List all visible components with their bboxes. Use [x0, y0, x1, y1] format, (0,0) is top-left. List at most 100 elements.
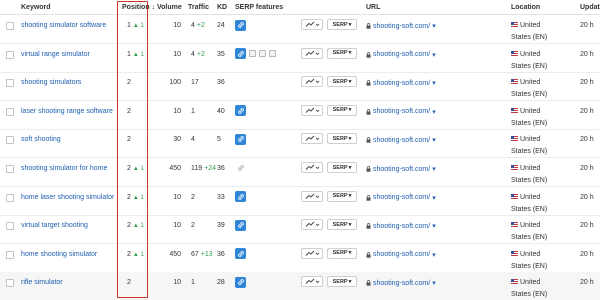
url-link[interactable]: shooting-soft.com/▾	[366, 79, 436, 87]
chevron-down-icon[interactable]: ▾	[432, 165, 436, 173]
trend-chart-button[interactable]	[301, 76, 323, 88]
serp-link-icon[interactable]	[235, 105, 246, 117]
table-row: virtual target shooting 2 ▲ 1 10 2 39 SERP ▾ sho…	[0, 215, 600, 245]
serp-button[interactable]: SERP ▾	[327, 133, 357, 145]
serp-image-icon[interactable]	[249, 50, 256, 58]
serp-button[interactable]: SERP ▾	[327, 276, 357, 288]
serp-link-icon[interactable]	[235, 248, 246, 260]
traffic-cell: 67 +13	[191, 251, 213, 258]
column-header-url[interactable]: URL	[366, 4, 380, 11]
serp-link-icon[interactable]	[235, 48, 246, 60]
location-cell: United States (EN)	[511, 106, 561, 130]
serp-link-icon[interactable]	[235, 133, 246, 145]
chevron-down-icon[interactable]: ▾	[432, 22, 436, 30]
chevron-down-icon[interactable]: ▾	[432, 194, 436, 202]
chevron-down-icon[interactable]: ▾	[432, 136, 436, 144]
trend-chart-button[interactable]	[301, 276, 323, 288]
kd-value: 40	[217, 107, 225, 115]
column-header-keyword[interactable]: Keyword	[21, 4, 51, 11]
kd-value: 28	[217, 279, 225, 287]
serp-button[interactable]: SERP ▾	[327, 162, 357, 173]
us-flag-icon	[511, 79, 518, 85]
url-text: shooting-soft.com/	[373, 136, 431, 144]
traffic-value: 119	[191, 165, 203, 172]
chevron-down-icon[interactable]: ▾	[432, 79, 436, 87]
row-checkbox[interactable]	[6, 79, 14, 88]
trend-chart-button[interactable]	[301, 19, 323, 30]
column-header-updated[interactable]: Updat	[580, 4, 600, 11]
row-checkbox[interactable]	[6, 50, 14, 59]
serp-link-icon[interactable]	[235, 276, 246, 288]
column-header-kd[interactable]: KD	[217, 4, 227, 11]
trend-chart-button[interactable]	[301, 47, 323, 59]
chevron-down-icon[interactable]: ▾	[432, 51, 436, 59]
serp-button[interactable]: SERP ▾	[327, 19, 357, 30]
keyword-link[interactable]: virtual range simulator	[21, 51, 90, 58]
trend-chart-button[interactable]	[301, 162, 323, 173]
keyword-link[interactable]: rifle simulator	[21, 279, 63, 286]
row-checkbox[interactable]	[6, 222, 14, 231]
traffic-value: 2	[191, 193, 195, 201]
url-link[interactable]: shooting-soft.com/▾	[366, 51, 436, 59]
serp-link-icon[interactable]	[235, 162, 246, 174]
us-flag-icon	[511, 50, 518, 56]
serp-link-icon[interactable]	[235, 219, 246, 231]
chevron-down-icon: ▾	[348, 250, 352, 257]
traffic-value: 2	[191, 222, 195, 230]
keyword-link[interactable]: laser shooting range software	[21, 108, 113, 115]
chevron-down-icon[interactable]: ▾	[432, 251, 436, 259]
url-link[interactable]: shooting-soft.com/▾	[366, 22, 436, 30]
column-header-position[interactable]: Position ↓	[122, 4, 155, 11]
row-checkbox[interactable]	[6, 279, 14, 288]
chevron-down-icon[interactable]: ▾	[432, 108, 436, 116]
url-link[interactable]: shooting-soft.com/▾	[366, 222, 436, 230]
traffic-cell: 2	[191, 222, 197, 229]
serp-link-icon[interactable]	[235, 191, 246, 203]
position-cell: 2	[127, 108, 133, 115]
serp-button[interactable]: SERP ▾	[327, 219, 357, 231]
row-checkbox[interactable]	[6, 193, 14, 202]
row-checkbox[interactable]	[6, 107, 14, 116]
serp-button[interactable]: SERP ▾	[327, 247, 357, 259]
chevron-down-icon[interactable]: ▾	[432, 279, 436, 287]
trend-chart-button[interactable]	[301, 247, 323, 259]
keyword-link[interactable]: shooting simulator software	[21, 22, 106, 29]
trend-chart-button[interactable]	[301, 219, 323, 231]
serp-button-label: SERP	[332, 78, 348, 85]
serp-snippet-icon[interactable]	[269, 50, 276, 58]
row-checkbox[interactable]	[6, 165, 14, 173]
position-change: ▲ 1	[132, 23, 144, 29]
serp-button[interactable]: SERP ▾	[327, 104, 357, 116]
keyword-link[interactable]: soft shooting	[21, 136, 61, 143]
url-link[interactable]: shooting-soft.com/▾	[366, 108, 436, 116]
trend-chart-button[interactable]	[301, 190, 323, 202]
trend-chart-button[interactable]	[301, 104, 323, 116]
row-checkbox[interactable]	[6, 22, 14, 30]
serp-button[interactable]: SERP ▾	[327, 76, 357, 88]
column-header-volume[interactable]: Volume	[157, 4, 182, 11]
row-checkbox[interactable]	[6, 136, 14, 145]
keyword-link[interactable]: shooting simulator for home	[21, 165, 107, 172]
serp-button[interactable]: SERP ▾	[327, 190, 357, 202]
column-header-traffic[interactable]: Traffic	[188, 4, 209, 11]
table-row: home laser shooting simulator 2 ▲ 1 10 2 33 SE…	[0, 187, 600, 216]
updated-value: 20 h	[580, 222, 594, 230]
url-link[interactable]: shooting-soft.com/▾	[366, 279, 436, 287]
column-header-location[interactable]: Location	[511, 4, 540, 11]
trend-chart-button[interactable]	[301, 133, 323, 145]
keyword-link[interactable]: virtual target shooting	[21, 222, 88, 229]
keyword-link[interactable]: home shooting simulator	[21, 251, 97, 258]
row-checkbox[interactable]	[6, 250, 14, 259]
url-link[interactable]: shooting-soft.com/▾	[366, 165, 436, 173]
keyword-link[interactable]: shooting simulators	[21, 79, 81, 86]
column-header-serp-features[interactable]: SERP features	[235, 4, 283, 11]
serp-button[interactable]: SERP ▾	[327, 47, 357, 59]
chevron-down-icon[interactable]: ▾	[432, 222, 436, 230]
url-link[interactable]: shooting-soft.com/▾	[366, 136, 436, 144]
url-link[interactable]: shooting-soft.com/▾	[366, 251, 436, 259]
url-link[interactable]: shooting-soft.com/▾	[366, 194, 436, 202]
keyword-link[interactable]: home laser shooting simulator	[21, 194, 114, 201]
serp-news-icon[interactable]	[259, 50, 266, 58]
serp-link-icon[interactable]	[235, 19, 246, 31]
traffic-cell: 17	[191, 79, 201, 86]
